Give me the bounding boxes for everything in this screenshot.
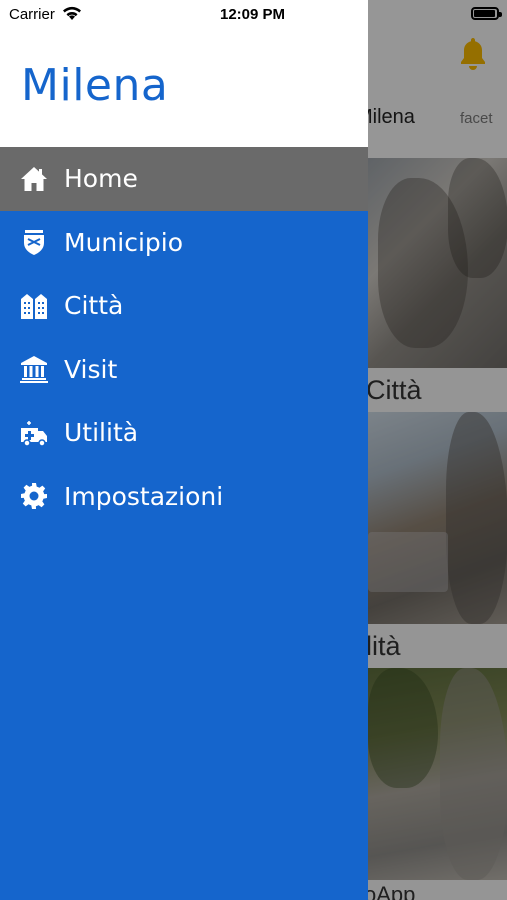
menu-item-label: Municipio [64, 227, 184, 257]
buildings-icon [19, 291, 49, 321]
gear-icon [19, 481, 49, 511]
battery-icon [471, 7, 502, 20]
drawer-title: Milena [21, 60, 169, 111]
menu-item-impostazioni[interactable]: Impostazioni [0, 465, 368, 529]
menu-item-label: Home [64, 164, 138, 194]
coat-of-arms-icon [19, 227, 49, 257]
wifi-icon [63, 6, 81, 20]
menu-item-label: Utilità [64, 418, 139, 448]
home-icon [19, 164, 49, 194]
menu-item-citta[interactable]: Città [0, 274, 368, 338]
menu-item-visit[interactable]: Visit [0, 338, 368, 402]
navigation-drawer: Milena Home Municipio Città Visit Utilit… [0, 0, 368, 900]
museum-icon [19, 354, 49, 384]
ambulance-icon [19, 418, 49, 448]
menu-item-label: Visit [64, 354, 118, 384]
menu-item-home[interactable]: Home [0, 147, 368, 211]
menu-item-utilita[interactable]: Utilità [0, 401, 368, 465]
battery-level [474, 10, 495, 17]
menu-item-label: Impostazioni [64, 481, 224, 511]
menu-item-municipio[interactable]: Municipio [0, 211, 368, 275]
clock: 12:09 PM [220, 6, 286, 23]
status-bar: Carrier 12:09 PM [0, 0, 507, 30]
menu-item-label: Città [64, 291, 124, 321]
carrier-label: Carrier [9, 6, 55, 23]
drawer-menu: Home Municipio Città Visit Utilità Impos… [0, 147, 368, 528]
